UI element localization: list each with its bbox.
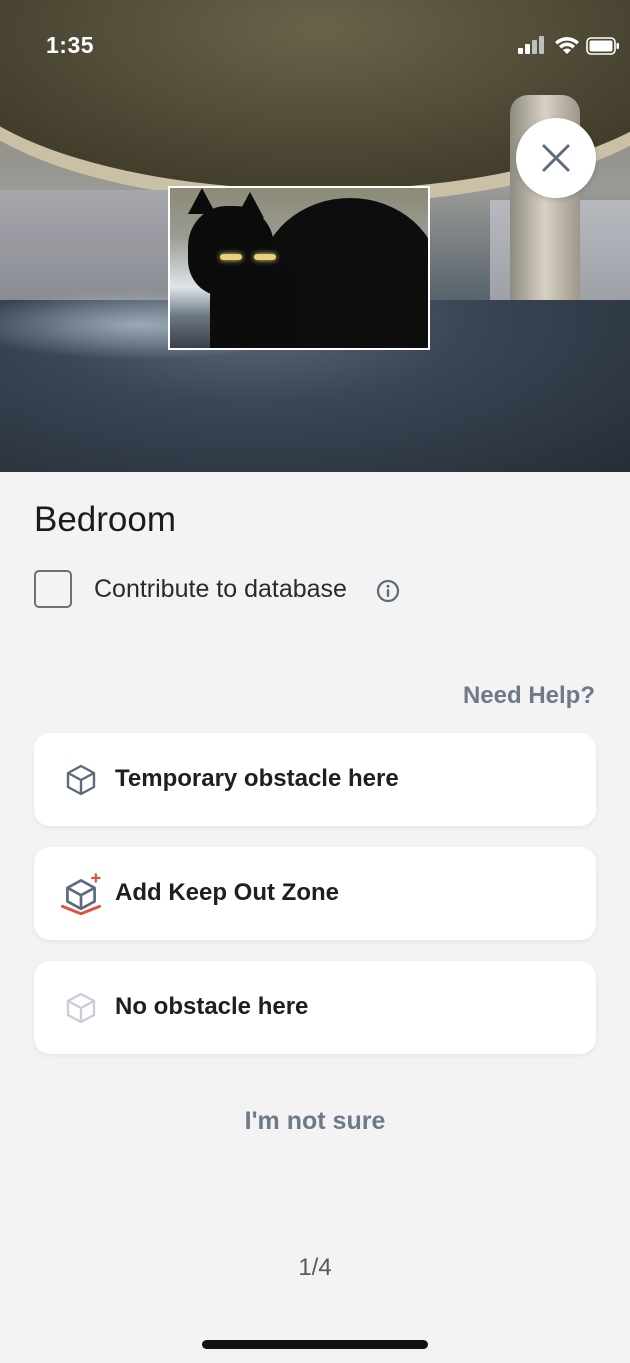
cat-ear bbox=[236, 192, 264, 218]
contribute-checkbox[interactable] bbox=[34, 570, 72, 608]
page-indicator: 1/4 bbox=[298, 1254, 332, 1281]
room-title: Bedroom bbox=[34, 500, 177, 539]
photo-wall bbox=[0, 190, 180, 300]
cat-ear bbox=[188, 188, 216, 214]
option-label: Add Keep Out Zone bbox=[115, 879, 339, 906]
wifi-icon bbox=[555, 37, 579, 54]
status-time: 1:35 bbox=[46, 32, 95, 58]
keep-out-zone-icon bbox=[60, 873, 102, 915]
info-icon[interactable] bbox=[376, 579, 400, 603]
no-obstacle-button[interactable]: No obstacle here bbox=[34, 961, 596, 1054]
cat-head bbox=[188, 206, 276, 296]
cat-eye bbox=[254, 254, 276, 260]
not-sure-button[interactable]: I'm not sure bbox=[0, 1107, 630, 1136]
cube-icon bbox=[66, 764, 96, 796]
need-help-link[interactable]: Need Help? bbox=[463, 682, 595, 710]
home-indicator[interactable] bbox=[202, 1340, 428, 1349]
temporary-obstacle-button[interactable]: Temporary obstacle here bbox=[34, 733, 596, 826]
option-label: No obstacle here bbox=[115, 993, 309, 1020]
close-button[interactable] bbox=[516, 118, 596, 198]
contribute-label: Contribute to database bbox=[94, 575, 347, 603]
add-keep-out-zone-button[interactable]: Add Keep Out Zone bbox=[34, 847, 596, 940]
cube-outline-icon bbox=[66, 992, 96, 1024]
detection-bounding-box bbox=[168, 186, 430, 350]
close-icon bbox=[542, 144, 570, 172]
battery-icon bbox=[586, 37, 619, 55]
option-label: Temporary obstacle here bbox=[115, 765, 399, 792]
status-icons bbox=[518, 36, 619, 56]
cat-eye bbox=[220, 254, 242, 260]
status-bar: 1:35 bbox=[0, 0, 630, 90]
signal-icon bbox=[518, 36, 544, 54]
